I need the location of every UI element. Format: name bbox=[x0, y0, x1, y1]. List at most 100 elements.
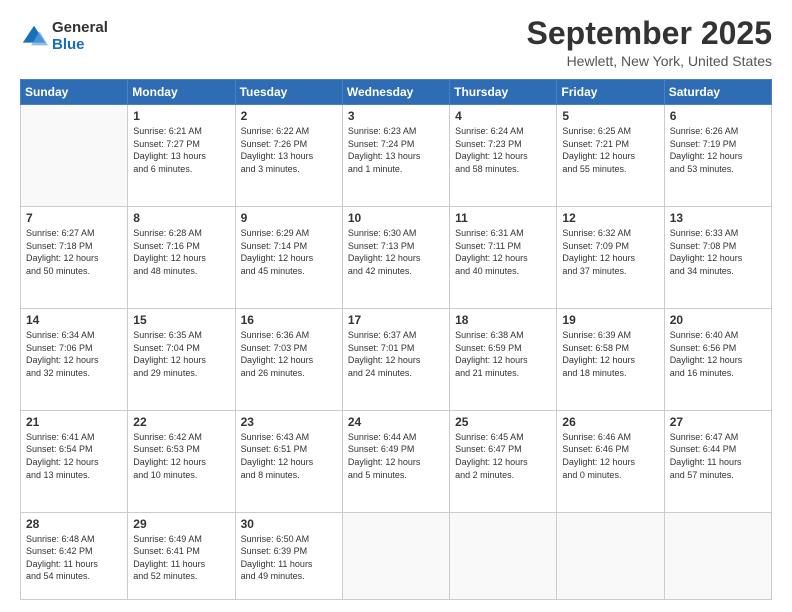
day-number: 14 bbox=[26, 313, 122, 327]
page: General Blue September 2025 Hewlett, New… bbox=[0, 0, 792, 612]
day-info: Sunrise: 6:33 AM Sunset: 7:08 PM Dayligh… bbox=[670, 227, 766, 277]
table-row bbox=[21, 105, 128, 207]
table-row: 19 Sunrise: 6:39 AM Sunset: 6:58 PM Dayli… bbox=[557, 308, 664, 410]
day-info: Sunrise: 6:46 AM Sunset: 6:46 PM Dayligh… bbox=[562, 431, 658, 481]
day-number: 22 bbox=[133, 415, 229, 429]
day-number: 26 bbox=[562, 415, 658, 429]
table-row bbox=[342, 512, 449, 599]
day-info: Sunrise: 6:26 AM Sunset: 7:19 PM Dayligh… bbox=[670, 125, 766, 175]
day-number: 16 bbox=[241, 313, 337, 327]
day-number: 25 bbox=[455, 415, 551, 429]
day-number: 13 bbox=[670, 211, 766, 225]
day-number: 28 bbox=[26, 517, 122, 531]
table-row: 29Sunrise: 6:49 AM Sunset: 6:41 PM Dayli… bbox=[128, 512, 235, 599]
day-info: Sunrise: 6:39 AM Sunset: 6:58 PM Dayligh… bbox=[562, 329, 658, 379]
day-info: Sunrise: 6:45 AM Sunset: 6:47 PM Dayligh… bbox=[455, 431, 551, 481]
col-monday: Monday bbox=[128, 80, 235, 105]
col-wednesday: Wednesday bbox=[342, 80, 449, 105]
day-number: 5 bbox=[562, 109, 658, 123]
col-sunday: Sunday bbox=[21, 80, 128, 105]
table-row: 28 Sunrise: 6:48 AM Sunset: 6:42 PM Dayli… bbox=[21, 512, 128, 599]
col-saturday: Saturday bbox=[664, 80, 771, 105]
day-info: Sunrise: 6:44 AM Sunset: 6:49 PM Dayligh… bbox=[348, 431, 444, 481]
table-row bbox=[450, 512, 557, 599]
day-number: 6 bbox=[670, 109, 766, 123]
table-row: 25 Sunrise: 6:45 AM Sunset: 6:47 PM Dayli… bbox=[450, 410, 557, 512]
day-number: 8 bbox=[133, 211, 229, 225]
day-info: Sunrise: 6:28 AM Sunset: 7:16 PM Dayligh… bbox=[133, 227, 229, 277]
day-info: Sunrise: 6:29 AM Sunset: 7:14 PM Dayligh… bbox=[241, 227, 337, 277]
table-row bbox=[557, 512, 664, 599]
day-number: 24 bbox=[348, 415, 444, 429]
day-info: Sunrise: 6:27 AM Sunset: 7:18 PM Dayligh… bbox=[26, 227, 122, 277]
table-row: 13 Sunrise: 6:33 AM Sunset: 7:08 PM Dayli… bbox=[664, 207, 771, 309]
table-row: 2Sunrise: 6:22 AM Sunset: 7:26 PM Daylig… bbox=[235, 105, 342, 207]
table-row: 26 Sunrise: 6:46 AM Sunset: 6:46 PM Dayli… bbox=[557, 410, 664, 512]
table-row: 15Sunrise: 6:35 AM Sunset: 7:04 PM Dayli… bbox=[128, 308, 235, 410]
day-info: Sunrise: 6:30 AM Sunset: 7:13 PM Dayligh… bbox=[348, 227, 444, 277]
day-info: Sunrise: 6:38 AM Sunset: 6:59 PM Dayligh… bbox=[455, 329, 551, 379]
table-row: 20 Sunrise: 6:40 AM Sunset: 6:56 PM Dayli… bbox=[664, 308, 771, 410]
table-row: 5Sunrise: 6:25 AM Sunset: 7:21 PM Daylig… bbox=[557, 105, 664, 207]
day-info: Sunrise: 6:49 AM Sunset: 6:41 PM Dayligh… bbox=[133, 533, 229, 583]
col-tuesday: Tuesday bbox=[235, 80, 342, 105]
table-row: 1 Sunrise: 6:21 AM Sunset: 7:27 PM Daylig… bbox=[128, 105, 235, 207]
table-row: 6 Sunrise: 6:26 AM Sunset: 7:19 PM Daylig… bbox=[664, 105, 771, 207]
day-number: 10 bbox=[348, 211, 444, 225]
calendar-week-row: 21 Sunrise: 6:41 AM Sunset: 6:54 PM Dayli… bbox=[21, 410, 772, 512]
day-number: 27 bbox=[670, 415, 766, 429]
day-number: 11 bbox=[455, 211, 551, 225]
logo-blue-text: Blue bbox=[52, 37, 108, 54]
day-number: 9 bbox=[241, 211, 337, 225]
location-subtitle: Hewlett, New York, United States bbox=[527, 53, 772, 69]
table-row: 24 Sunrise: 6:44 AM Sunset: 6:49 PM Dayli… bbox=[342, 410, 449, 512]
day-info: Sunrise: 6:48 AM Sunset: 6:42 PM Dayligh… bbox=[26, 533, 122, 583]
table-row: 21 Sunrise: 6:41 AM Sunset: 6:54 PM Dayli… bbox=[21, 410, 128, 512]
logo-general-text: General bbox=[52, 20, 108, 37]
day-info: Sunrise: 6:50 AM Sunset: 6:39 PM Dayligh… bbox=[241, 533, 337, 583]
day-number: 23 bbox=[241, 415, 337, 429]
day-number: 7 bbox=[26, 211, 122, 225]
col-thursday: Thursday bbox=[450, 80, 557, 105]
day-info: Sunrise: 6:42 AM Sunset: 6:53 PM Dayligh… bbox=[133, 431, 229, 481]
logo-text: General Blue bbox=[52, 20, 108, 53]
day-number: 19 bbox=[562, 313, 658, 327]
day-info: Sunrise: 6:40 AM Sunset: 6:56 PM Dayligh… bbox=[670, 329, 766, 379]
table-row: 14 Sunrise: 6:34 AM Sunset: 7:06 PM Dayli… bbox=[21, 308, 128, 410]
day-info: Sunrise: 6:41 AM Sunset: 6:54 PM Dayligh… bbox=[26, 431, 122, 481]
table-row: 4 Sunrise: 6:24 AM Sunset: 7:23 PM Daylig… bbox=[450, 105, 557, 207]
day-info: Sunrise: 6:36 AM Sunset: 7:03 PM Dayligh… bbox=[241, 329, 337, 379]
day-number: 4 bbox=[455, 109, 551, 123]
day-info: Sunrise: 6:32 AM Sunset: 7:09 PM Dayligh… bbox=[562, 227, 658, 277]
day-number: 30 bbox=[241, 517, 337, 531]
day-number: 20 bbox=[670, 313, 766, 327]
day-info: Sunrise: 6:21 AM Sunset: 7:27 PM Dayligh… bbox=[133, 125, 229, 175]
day-info: Sunrise: 6:43 AM Sunset: 6:51 PM Dayligh… bbox=[241, 431, 337, 481]
table-row: 10 Sunrise: 6:30 AM Sunset: 7:13 PM Dayli… bbox=[342, 207, 449, 309]
logo-icon bbox=[20, 23, 48, 51]
day-info: Sunrise: 6:47 AM Sunset: 6:44 PM Dayligh… bbox=[670, 431, 766, 481]
table-row: 27 Sunrise: 6:47 AM Sunset: 6:44 PM Dayli… bbox=[664, 410, 771, 512]
table-row: 8 Sunrise: 6:28 AM Sunset: 7:16 PM Daylig… bbox=[128, 207, 235, 309]
day-info: Sunrise: 6:34 AM Sunset: 7:06 PM Dayligh… bbox=[26, 329, 122, 379]
table-row: 18 Sunrise: 6:38 AM Sunset: 6:59 PM Dayli… bbox=[450, 308, 557, 410]
table-row: 30 Sunrise: 6:50 AM Sunset: 6:39 PM Dayli… bbox=[235, 512, 342, 599]
day-info: Sunrise: 6:22 AM Sunset: 7:26 PM Dayligh… bbox=[241, 125, 337, 175]
day-number: 18 bbox=[455, 313, 551, 327]
table-row: 22 Sunrise: 6:42 AM Sunset: 6:53 PM Dayli… bbox=[128, 410, 235, 512]
calendar-header-row: Sunday Monday Tuesday Wednesday Thursday… bbox=[21, 80, 772, 105]
day-number: 17 bbox=[348, 313, 444, 327]
table-row bbox=[664, 512, 771, 599]
table-row: 3Sunrise: 6:23 AM Sunset: 7:24 PM Daylig… bbox=[342, 105, 449, 207]
day-number: 1 bbox=[133, 109, 229, 123]
header: General Blue September 2025 Hewlett, New… bbox=[20, 16, 772, 69]
col-friday: Friday bbox=[557, 80, 664, 105]
table-row: 11 Sunrise: 6:31 AM Sunset: 7:11 PM Dayli… bbox=[450, 207, 557, 309]
calendar-week-row: 1 Sunrise: 6:21 AM Sunset: 7:27 PM Daylig… bbox=[21, 105, 772, 207]
day-number: 21 bbox=[26, 415, 122, 429]
day-info: Sunrise: 6:23 AM Sunset: 7:24 PM Dayligh… bbox=[348, 125, 444, 175]
day-info: Sunrise: 6:24 AM Sunset: 7:23 PM Dayligh… bbox=[455, 125, 551, 175]
day-number: 15 bbox=[133, 313, 229, 327]
logo: General Blue bbox=[20, 20, 108, 53]
day-info: Sunrise: 6:31 AM Sunset: 7:11 PM Dayligh… bbox=[455, 227, 551, 277]
